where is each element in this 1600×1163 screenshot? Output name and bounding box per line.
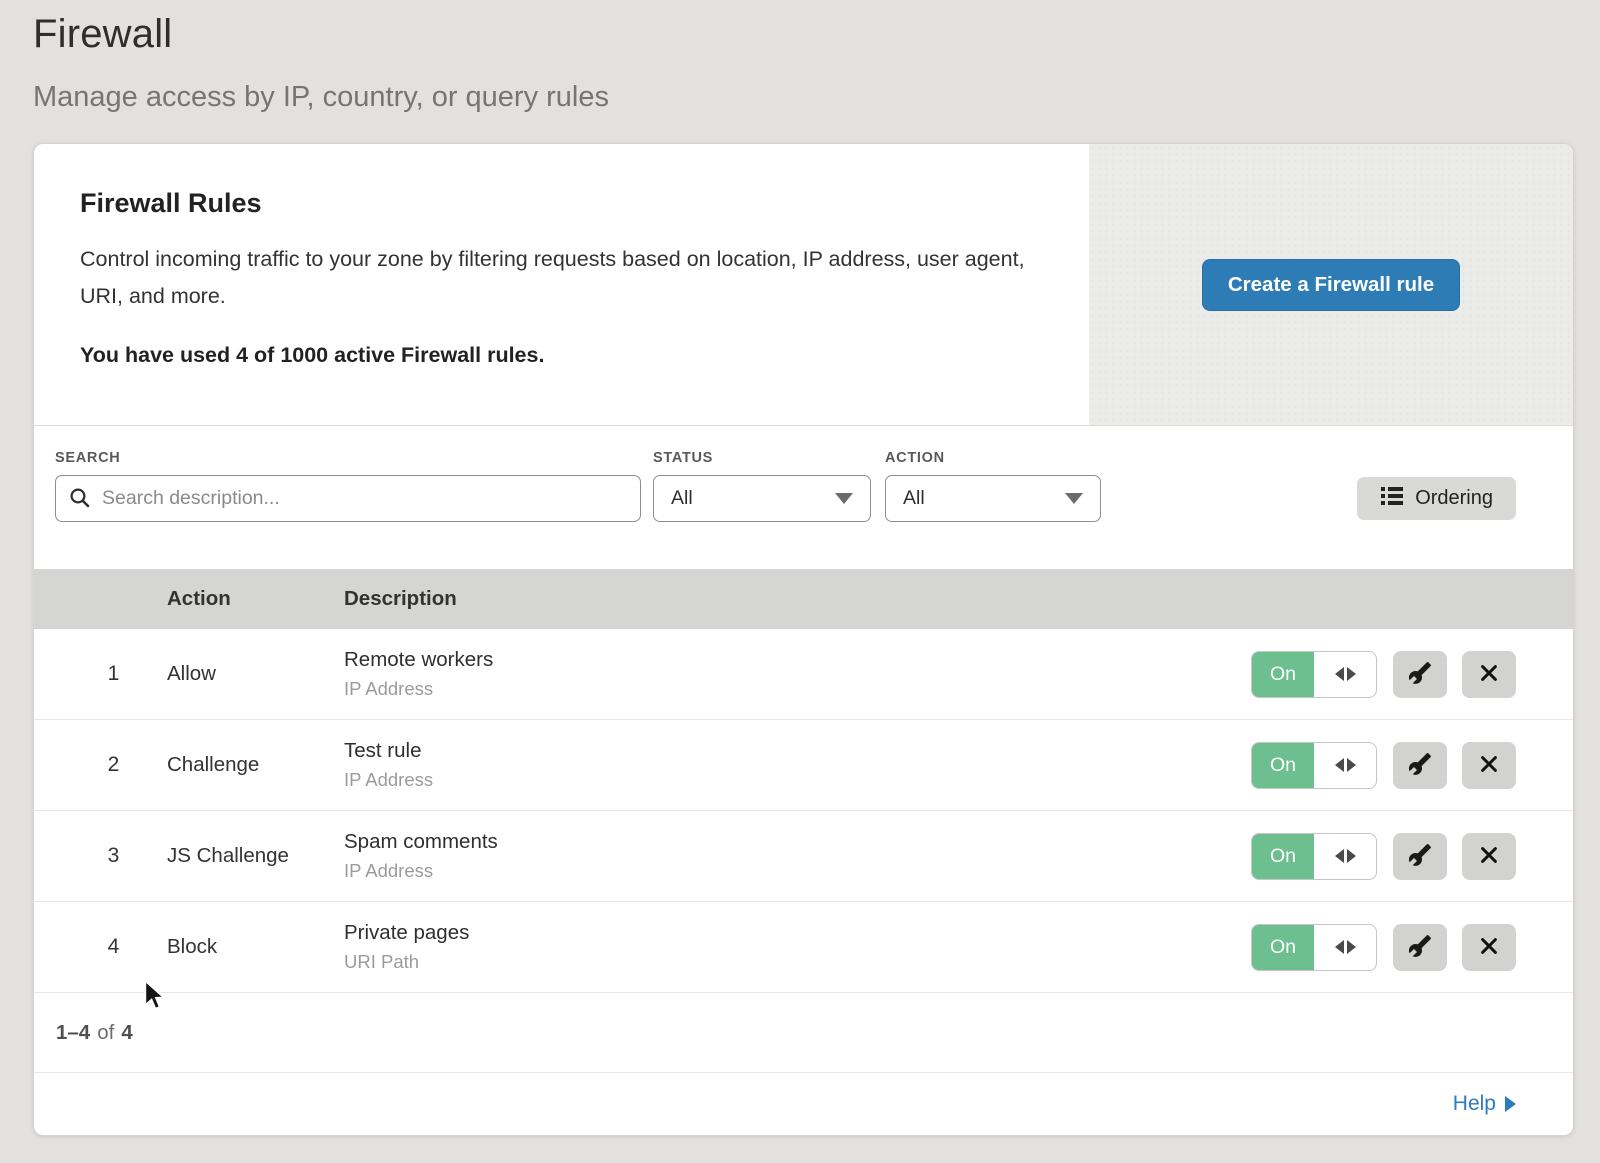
rule-match-field: IP Address — [344, 769, 1251, 791]
search-input-wrap — [55, 475, 641, 522]
intro-text-block: Firewall Rules Control incoming traffic … — [34, 144, 1089, 425]
column-header-action: Action — [167, 587, 344, 611]
rule-action: Block — [167, 935, 344, 959]
status-label: STATUS — [653, 450, 871, 466]
edit-rule-button[interactable] — [1393, 833, 1447, 880]
status-field: STATUS All — [653, 450, 871, 522]
create-rule-panel: Create a Firewall rule — [1089, 144, 1573, 425]
toggle-on-label: On — [1252, 743, 1314, 788]
rule-description-cell: Remote workers IP Address — [344, 648, 1251, 700]
table-row: 4 Block Private pages URI Path On — [34, 902, 1573, 993]
rule-match-field: IP Address — [344, 860, 1251, 882]
toggle-arrows-icon — [1314, 743, 1376, 788]
toggle-arrows-icon — [1314, 925, 1376, 970]
close-icon — [1478, 935, 1500, 960]
firewall-rules-intro-section: Firewall Rules Control incoming traffic … — [34, 144, 1573, 426]
rule-enabled-toggle[interactable]: On — [1251, 924, 1377, 971]
rule-description: Test rule — [344, 739, 1251, 763]
table-row: 1 Allow Remote workers IP Address On — [34, 629, 1573, 720]
table-row: 2 Challenge Test rule IP Address On — [34, 720, 1573, 811]
rule-enabled-toggle[interactable]: On — [1251, 651, 1377, 698]
wrench-icon — [1408, 934, 1432, 961]
rule-enabled-toggle[interactable]: On — [1251, 742, 1377, 789]
search-label: SEARCH — [55, 450, 641, 466]
ordering-button-label: Ordering — [1415, 487, 1493, 510]
table-row: 3 JS Challenge Spam comments IP Address … — [34, 811, 1573, 902]
rule-description-cell: Test rule IP Address — [344, 739, 1251, 791]
rule-description-cell: Private pages URI Path — [344, 921, 1251, 973]
firewall-rules-card: Firewall Rules Control incoming traffic … — [33, 143, 1574, 1136]
create-firewall-rule-button[interactable]: Create a Firewall rule — [1202, 259, 1460, 311]
search-icon — [68, 486, 92, 515]
close-icon — [1478, 844, 1500, 869]
edit-rule-button[interactable] — [1393, 924, 1447, 971]
ordering-list-icon — [1380, 485, 1404, 513]
chevron-down-icon — [835, 493, 853, 504]
rule-match-field: IP Address — [344, 678, 1251, 700]
edit-rule-button[interactable] — [1393, 742, 1447, 789]
action-field: ACTION All — [885, 450, 1101, 522]
rule-description: Private pages — [344, 921, 1251, 945]
rule-priority: 1 — [34, 662, 167, 686]
help-arrow-icon — [1505, 1096, 1516, 1112]
rule-controls: On — [1251, 833, 1573, 880]
action-selected-value: All — [903, 487, 925, 510]
table-header: Action Description — [34, 569, 1573, 629]
section-title: Firewall Rules — [80, 188, 1049, 219]
rule-description: Remote workers — [344, 648, 1251, 672]
toggle-on-label: On — [1252, 925, 1314, 970]
status-selected-value: All — [671, 487, 693, 510]
usage-note: You have used 4 of 1000 active Firewall … — [80, 343, 1049, 368]
rule-controls: On — [1251, 742, 1573, 789]
column-header-description: Description — [344, 587, 1251, 611]
close-icon — [1478, 662, 1500, 687]
delete-rule-button[interactable] — [1462, 742, 1516, 789]
rule-action: Allow — [167, 662, 344, 686]
card-footer: Help — [34, 1073, 1573, 1135]
delete-rule-button[interactable] — [1462, 924, 1516, 971]
wrench-icon — [1408, 843, 1432, 870]
pagination-total: 4 — [121, 1021, 132, 1045]
rule-description-cell: Spam comments IP Address — [344, 830, 1251, 882]
status-select[interactable]: All — [653, 475, 871, 522]
rule-description: Spam comments — [344, 830, 1251, 854]
section-description: Control incoming traffic to your zone by… — [80, 241, 1040, 315]
toggle-arrows-icon — [1314, 834, 1376, 879]
page-title: Firewall — [33, 12, 1600, 57]
pagination-range: 1–4 — [56, 1021, 90, 1045]
close-icon — [1478, 753, 1500, 778]
rule-action: Challenge — [167, 753, 344, 777]
rule-priority: 3 — [34, 844, 167, 868]
pagination-separator: of — [97, 1021, 114, 1045]
wrench-icon — [1408, 661, 1432, 688]
help-link[interactable]: Help — [1453, 1092, 1496, 1116]
rule-priority: 4 — [34, 935, 167, 959]
rule-enabled-toggle[interactable]: On — [1251, 833, 1377, 880]
pagination-row: 1–4 of 4 — [34, 993, 1573, 1073]
toggle-on-label: On — [1252, 652, 1314, 697]
rule-match-field: URI Path — [344, 951, 1251, 973]
search-field: SEARCH — [55, 450, 641, 522]
search-input[interactable] — [55, 475, 641, 522]
toggle-arrows-icon — [1314, 652, 1376, 697]
delete-rule-button[interactable] — [1462, 651, 1516, 698]
rule-priority: 2 — [34, 753, 167, 777]
filters-bar: SEARCH STATUS All ACTION All — [34, 426, 1573, 569]
action-select[interactable]: All — [885, 475, 1101, 522]
rule-action: JS Challenge — [167, 844, 344, 868]
wrench-icon — [1408, 752, 1432, 779]
chevron-down-icon — [1065, 493, 1083, 504]
rule-controls: On — [1251, 924, 1573, 971]
rule-controls: On — [1251, 651, 1573, 698]
page-subtitle: Manage access by IP, country, or query r… — [33, 81, 1600, 114]
ordering-button[interactable]: Ordering — [1357, 477, 1516, 520]
action-label: ACTION — [885, 450, 1101, 466]
edit-rule-button[interactable] — [1393, 651, 1447, 698]
page-header: Firewall Manage access by IP, country, o… — [0, 0, 1600, 114]
delete-rule-button[interactable] — [1462, 833, 1516, 880]
toggle-on-label: On — [1252, 834, 1314, 879]
